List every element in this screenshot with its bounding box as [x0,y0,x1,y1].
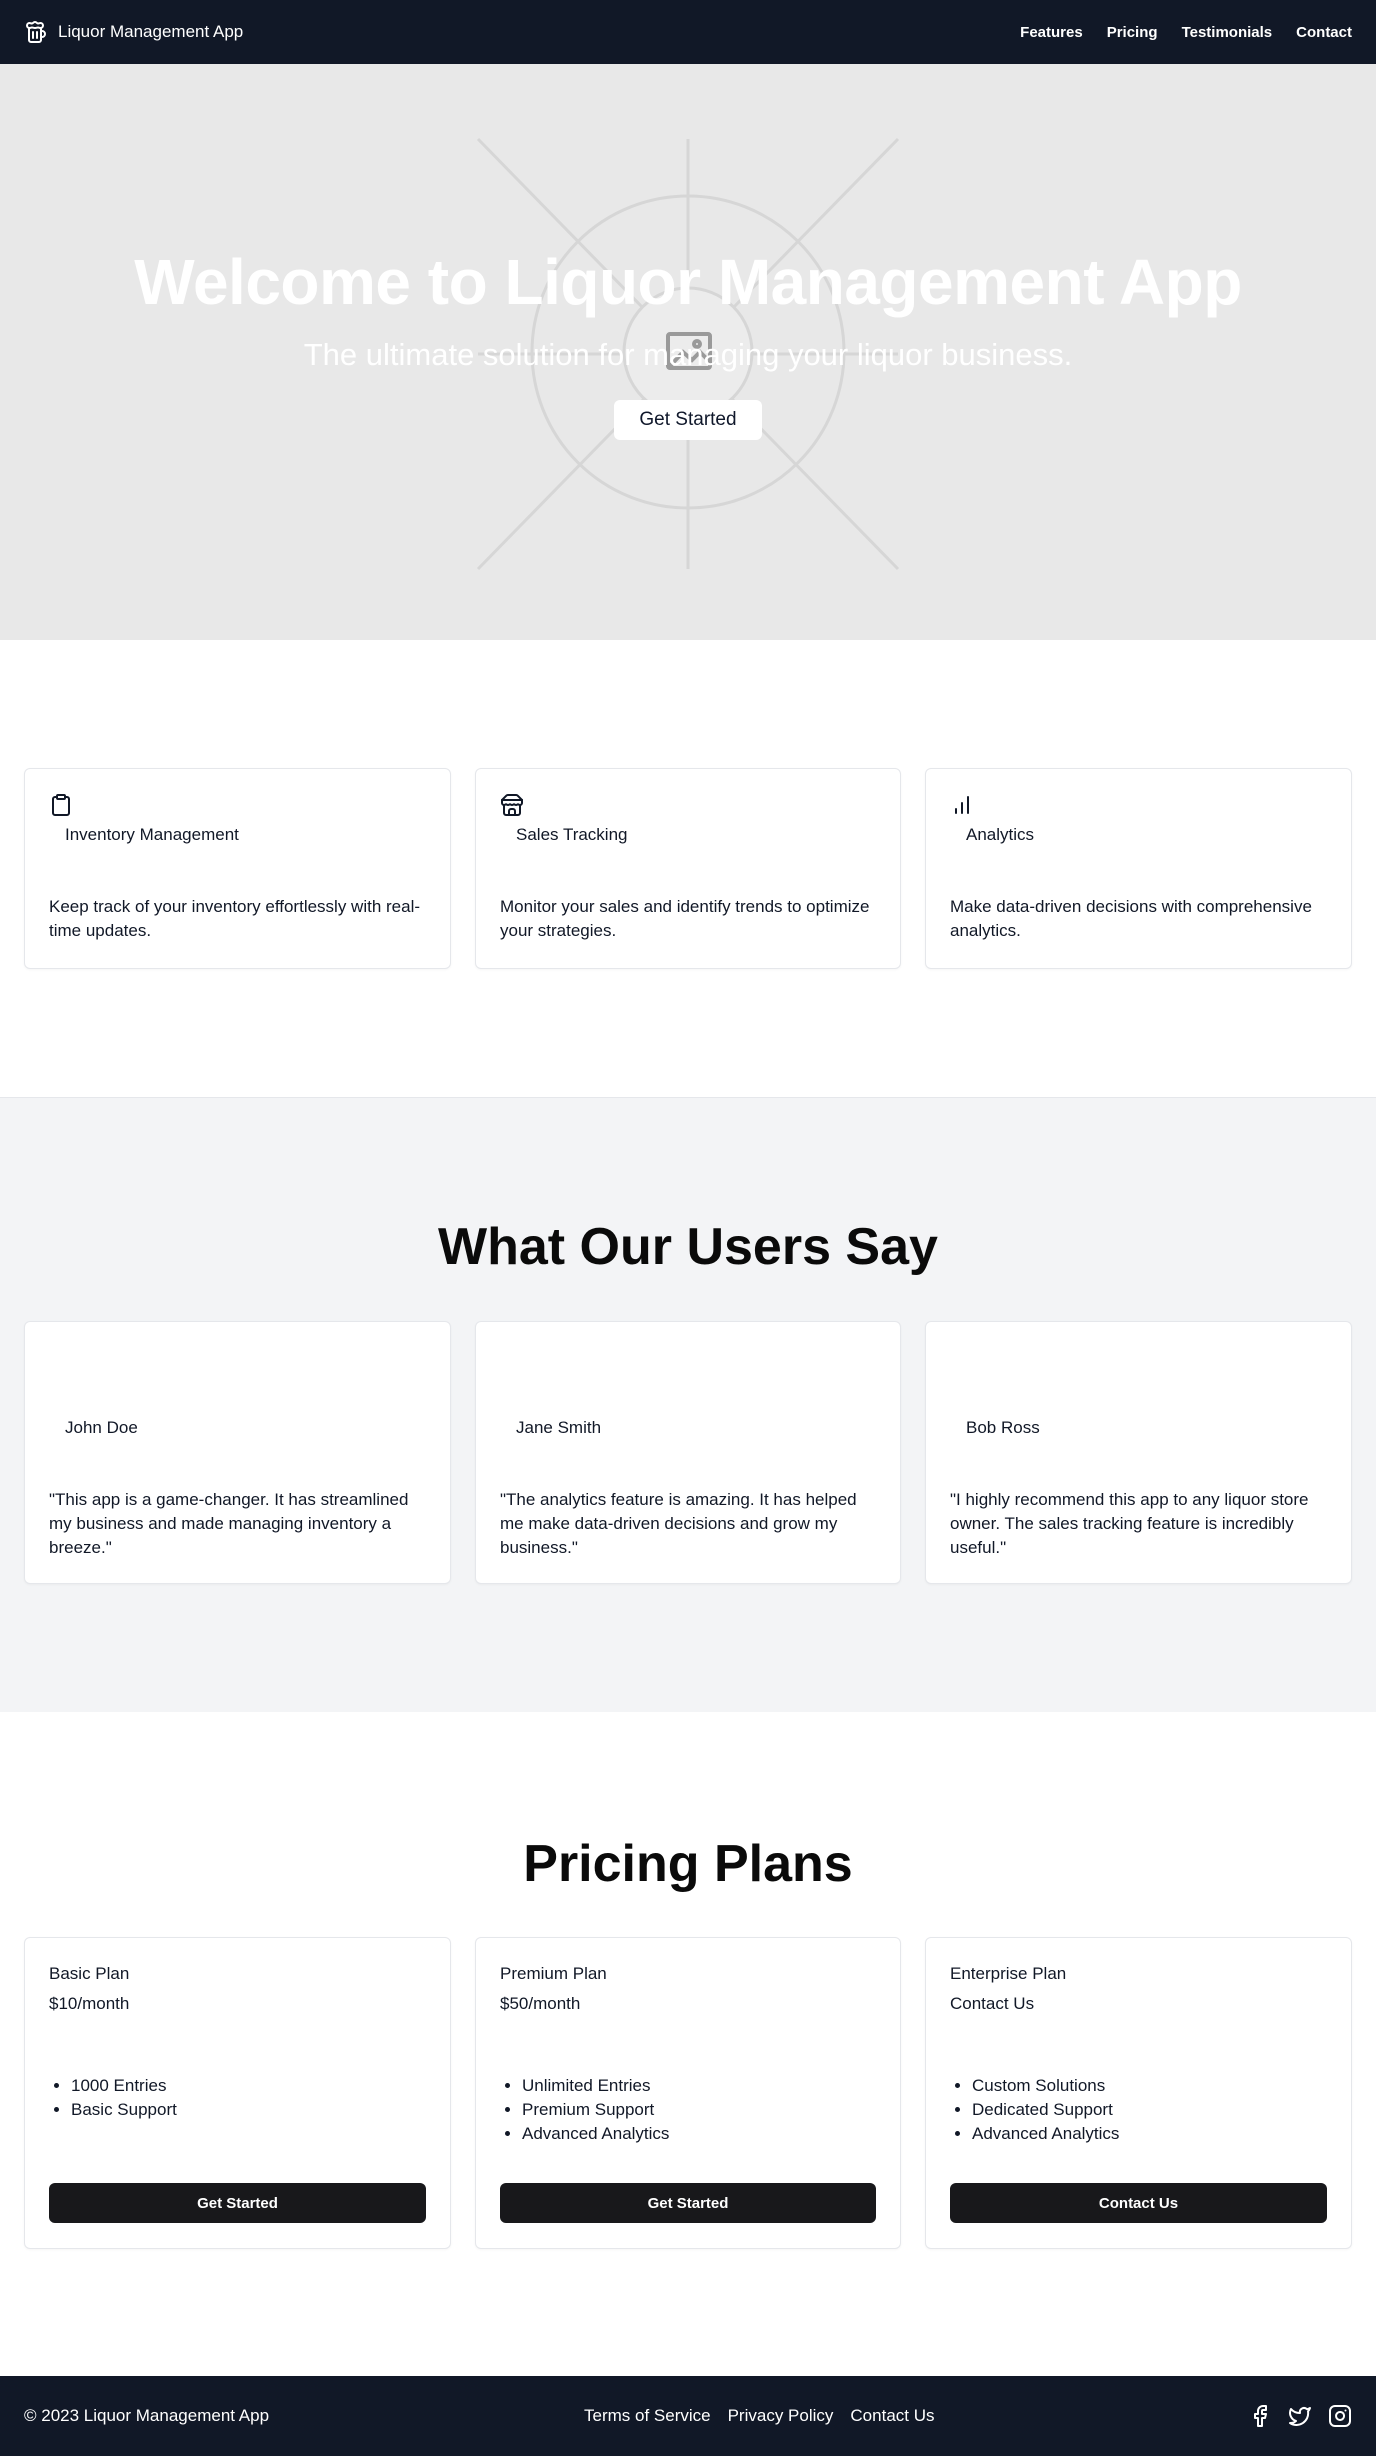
plan-feature: Basic Support [71,2098,177,2122]
plan-feature: Advanced Analytics [972,2122,1119,2146]
footer-link-privacy[interactable]: Privacy Policy [728,2406,834,2426]
nav-link-testimonials[interactable]: Testimonials [1182,24,1273,41]
feature-title: Analytics [966,825,1035,844]
hero-section: Welcome to Liquor Management App The ult… [0,64,1376,640]
pricing-card-premium: Premium Plan $50/month Unlimited Entries… [475,1937,901,2249]
basic-get-started-button[interactable]: Get Started [49,2183,426,2223]
nav-link-features[interactable]: Features [1020,24,1083,41]
testimonials-title: What Our Users Say [438,1218,938,1276]
pricing-title: Pricing Plans [523,1835,853,1893]
testimonial-card: John Doe "This app is a game-changer. It… [24,1321,451,1584]
plan-name: Enterprise Plan [950,1964,1067,1983]
hero-title: Welcome to Liquor Management App [134,246,1242,318]
clipboard-icon [52,794,70,816]
brand-name: Liquor Management App [58,22,244,41]
feature-description: Make data-driven decisions with comprehe… [950,897,1312,940]
testimonial-card: Bob Ross "I highly recommend this app to… [925,1321,1352,1584]
bar-chart-icon [955,796,969,814]
footer-link-terms[interactable]: Terms of Service [584,2406,711,2426]
premium-get-started-button[interactable]: Get Started [500,2183,876,2223]
plan-feature: Unlimited Entries [522,2074,669,2098]
facebook-icon[interactable] [1248,2404,1272,2428]
feature-description: Keep track of your inventory effortlessl… [49,897,421,940]
pricing-card-enterprise: Enterprise Plan Contact Us Custom Soluti… [925,1937,1352,2249]
plan-feature: Premium Support [522,2098,669,2122]
plan-feature: Advanced Analytics [522,2122,669,2146]
footer-link-contact[interactable]: Contact Us [850,2406,934,2426]
instagram-icon[interactable] [1328,2404,1352,2428]
testimonial-author: Bob Ross [966,1418,1040,1437]
main-nav: Features Pricing Testimonials Contact [1020,24,1352,41]
twitter-icon[interactable] [1288,2404,1312,2428]
plan-feature: Dedicated Support [972,2098,1119,2122]
feature-title: Sales Tracking [516,825,628,844]
brand[interactable]: Liquor Management App [24,20,243,44]
social-links [1248,2404,1352,2428]
nav-link-pricing[interactable]: Pricing [1107,24,1158,41]
testimonial-quote: "I highly recommend this app to any liqu… [950,1490,1309,1557]
feature-title: Inventory Management [65,825,239,844]
hero-get-started-button[interactable]: Get Started [614,400,762,441]
hero-subtitle: The ultimate solution for managing your … [303,337,1073,372]
store-icon [501,793,523,816]
pricing-card-basic: Basic Plan $10/month 1000 Entries Basic … [24,1937,451,2249]
plan-price: $50/month [500,1994,581,2013]
plan-feature: Custom Solutions [972,2074,1119,2098]
beer-mug-icon [26,21,46,43]
site-footer: © 2023 Liquor Management App Terms of Se… [0,2376,1376,2456]
footer-links: Terms of Service Privacy Policy Contact … [584,2406,935,2426]
testimonial-card: Jane Smith "The analytics feature is ama… [475,1321,901,1584]
feature-card-analytics: Analytics Make data-driven decisions wit… [925,768,1352,969]
plan-name: Basic Plan [49,1964,130,1983]
site-header: Liquor Management App Features Pricing T… [0,0,1376,64]
plan-feature-list: Custom Solutions Dedicated Support Advan… [972,2074,1119,2146]
enterprise-contact-us-button[interactable]: Contact Us [950,2183,1327,2223]
plan-name: Premium Plan [500,1964,607,1983]
hero-content: Welcome to Liquor Management App The ult… [0,64,1376,640]
plan-price: $10/month [49,1994,130,2013]
nav-link-contact[interactable]: Contact [1296,24,1352,41]
testimonial-quote: "This app is a game-changer. It has stre… [49,1490,409,1557]
plan-feature: 1000 Entries [71,2074,177,2098]
plan-price: Contact Us [950,1994,1035,2013]
footer-copyright: © 2023 Liquor Management App [24,2406,270,2425]
feature-card-sales: Sales Tracking Monitor your sales and id… [475,768,901,969]
feature-description: Monitor your sales and identify trends t… [500,897,870,940]
feature-card-inventory: Inventory Management Keep track of your … [24,768,451,969]
testimonial-author: Jane Smith [516,1418,602,1437]
plan-feature-list: Unlimited Entries Premium Support Advanc… [522,2074,669,2146]
plan-feature-list: 1000 Entries Basic Support [71,2074,177,2122]
testimonial-quote: "The analytics feature is amazing. It ha… [500,1490,857,1557]
testimonial-author: John Doe [65,1418,138,1437]
